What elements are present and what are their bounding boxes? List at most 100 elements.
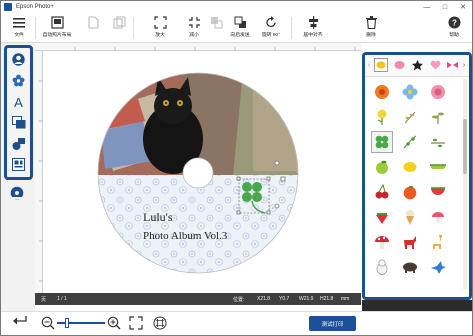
stamp-tool-button[interactable] [7, 70, 30, 90]
rose-icon [431, 85, 445, 99]
vine-icon [403, 135, 417, 149]
stamp-cherries[interactable] [371, 181, 393, 203]
stamp-pink-rose[interactable] [427, 81, 449, 103]
ribbon-icon [446, 62, 458, 68]
heart-icon [430, 60, 440, 70]
stamp-vine[interactable] [399, 131, 421, 153]
zoom-in-small-button[interactable] [107, 316, 121, 332]
stamp-watermelon[interactable] [427, 181, 449, 203]
zoom-in-button[interactable]: 放大 [147, 13, 173, 43]
stamp-lemon[interactable] [399, 156, 421, 178]
stamp-giraffe[interactable] [427, 231, 449, 253]
tab-hearts[interactable] [428, 58, 442, 72]
tabs-prev-arrow-icon[interactable]: ‹ [366, 58, 372, 72]
close-button[interactable]: ✕ [454, 1, 472, 13]
text-icon: A [14, 95, 23, 108]
status-bar: 页 1 / 1 位置: X21.8 Y0.7 W21.9 H21.8 mm [35, 293, 361, 305]
copy-button[interactable] [109, 13, 129, 43]
stamp-strawberry[interactable] [371, 206, 393, 228]
fit-screen-icon [129, 316, 143, 330]
mushroom-red-icon [375, 236, 389, 249]
lemon-icon [403, 162, 417, 172]
stamp-blue-bird[interactable] [427, 256, 449, 278]
background-icon [12, 137, 25, 150]
text-tool-button[interactable]: A [7, 91, 30, 111]
tab-stars[interactable] [410, 58, 424, 72]
app-window: Epson Photo+ — □ ✕ 文件 自动照片布局 放大 减小 向后发送 … [0, 0, 473, 336]
stamp-branch[interactable] [427, 131, 449, 153]
tabs-next-arrow-icon[interactable]: › [461, 58, 467, 72]
y-readout: Y0.7 [279, 296, 290, 302]
new-button[interactable] [83, 13, 103, 43]
zoom-out-small-button[interactable] [41, 316, 55, 332]
stamp-clover[interactable] [371, 131, 393, 153]
stamp-dandelion[interactable] [371, 106, 393, 128]
auto-layout-button[interactable]: 自动照片布局 [39, 13, 75, 43]
maximize-button[interactable]: □ [436, 1, 454, 13]
design-canvas[interactable]: Lulu's Photo Album Vol.3 [43, 51, 361, 293]
stamp-boar[interactable] [399, 256, 421, 278]
stamp-blue-flower[interactable] [399, 81, 421, 103]
zoom-out-button[interactable]: 减小 [181, 13, 207, 43]
stamp-orange-flower[interactable] [371, 81, 393, 103]
copy-icon [112, 16, 126, 29]
bear-icon [376, 259, 388, 275]
tab-candy[interactable] [392, 58, 406, 72]
magnifier-minus-icon [41, 316, 55, 330]
delete-button[interactable]: 删除 [359, 13, 383, 43]
tab-fruit[interactable] [374, 58, 388, 72]
center-align-button[interactable]: 居中对齐 [293, 13, 333, 43]
back-button[interactable] [13, 314, 27, 330]
photo-tool-button[interactable] [7, 49, 30, 69]
scrollbar-thumb[interactable] [463, 119, 467, 174]
candy-icon [394, 61, 404, 69]
fit-to-window-button[interactable] [129, 316, 143, 332]
cherries-icon [375, 184, 389, 199]
grid-icon [153, 316, 167, 330]
stamp-melon-slices[interactable] [427, 156, 449, 178]
frame-tool-button[interactable] [7, 112, 30, 132]
window-title: Epson Photo+ [16, 4, 54, 10]
stamp-mushroom[interactable] [371, 231, 393, 253]
help-icon: ? [448, 16, 461, 29]
center-align-icon [307, 16, 320, 29]
stamp-red-horse[interactable] [399, 231, 421, 253]
melon-icon [430, 164, 446, 169]
w-readout: W21.9 [299, 296, 314, 302]
disc-title-line2[interactable]: Photo Album Vol.3 [143, 230, 228, 242]
orange-icon [403, 186, 417, 200]
grid-toggle-button[interactable] [153, 316, 167, 332]
zoom-slider-thumb[interactable] [65, 318, 69, 328]
rotate-button[interactable]: 旋转 90° [257, 13, 285, 43]
stamp-green-apple[interactable] [371, 156, 393, 178]
h-readout: H21.8 [320, 296, 334, 302]
tab-ribbons[interactable] [445, 58, 459, 72]
stamp-white-bear[interactable] [371, 256, 393, 278]
horizontal-ruler [35, 43, 361, 51]
boar-icon [403, 262, 417, 273]
stamp-leaf-sprig[interactable] [399, 106, 421, 128]
disc-tool-button[interactable] [10, 186, 24, 202]
zoom-out-icon [188, 16, 201, 29]
test-print-button[interactable]: 测试打印 [309, 316, 356, 331]
stamp-panel-scrollbar[interactable] [463, 79, 467, 289]
minimize-button[interactable]: — [418, 1, 436, 13]
edit-tools-panel: A [4, 45, 33, 180]
stamp-orange[interactable] [399, 181, 421, 203]
trash-icon [365, 16, 377, 29]
apple-icon [376, 160, 388, 174]
menu-button[interactable]: 文件 [5, 13, 33, 43]
person-icon [12, 52, 25, 66]
page-label: 页 [41, 297, 47, 303]
stamp-ice-cream[interactable] [399, 206, 421, 228]
send-back-button[interactable]: 向后发送 [225, 13, 255, 43]
branch-icon [431, 138, 445, 148]
disc-title-line1[interactable]: Lulu's [143, 210, 173, 224]
position-label: 位置: [233, 297, 245, 303]
background-tool-button[interactable] [7, 133, 30, 153]
stamp-mushroom-small[interactable] [427, 206, 449, 228]
help-button[interactable]: ? 帮助 [442, 13, 466, 43]
stamp-plant[interactable] [427, 106, 449, 128]
bring-front-button[interactable] [206, 13, 226, 43]
layout-tool-button[interactable] [7, 154, 30, 174]
